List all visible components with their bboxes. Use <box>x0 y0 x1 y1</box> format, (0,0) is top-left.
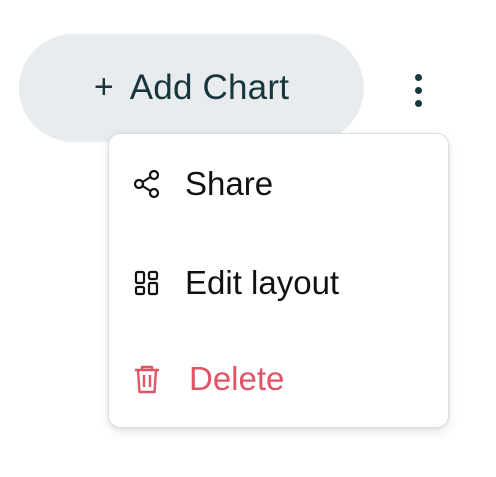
menu-item-label: Edit layout <box>185 264 340 301</box>
menu-item-label: Share <box>185 165 274 202</box>
add-chart-button[interactable]: + Add Chart <box>19 34 364 142</box>
plus-icon: + <box>93 68 114 106</box>
layout-grid-icon <box>131 267 163 299</box>
more-options-button[interactable] <box>400 68 436 112</box>
stage: + Add Chart Share Edit layout Delete <box>0 0 496 477</box>
kebab-dot <box>414 73 422 81</box>
add-chart-label: Add Chart <box>129 68 290 107</box>
share-icon <box>131 168 163 200</box>
menu-item-share[interactable]: Share <box>109 154 448 214</box>
trash-icon <box>131 363 163 395</box>
kebab-dot <box>414 99 422 107</box>
dropdown-menu: Share Edit layout Delete <box>108 133 449 428</box>
menu-item-delete[interactable]: Delete <box>109 349 448 409</box>
menu-item-edit-layout[interactable]: Edit layout <box>109 253 448 313</box>
menu-item-label: Delete <box>189 360 285 397</box>
kebab-dot <box>414 86 422 94</box>
